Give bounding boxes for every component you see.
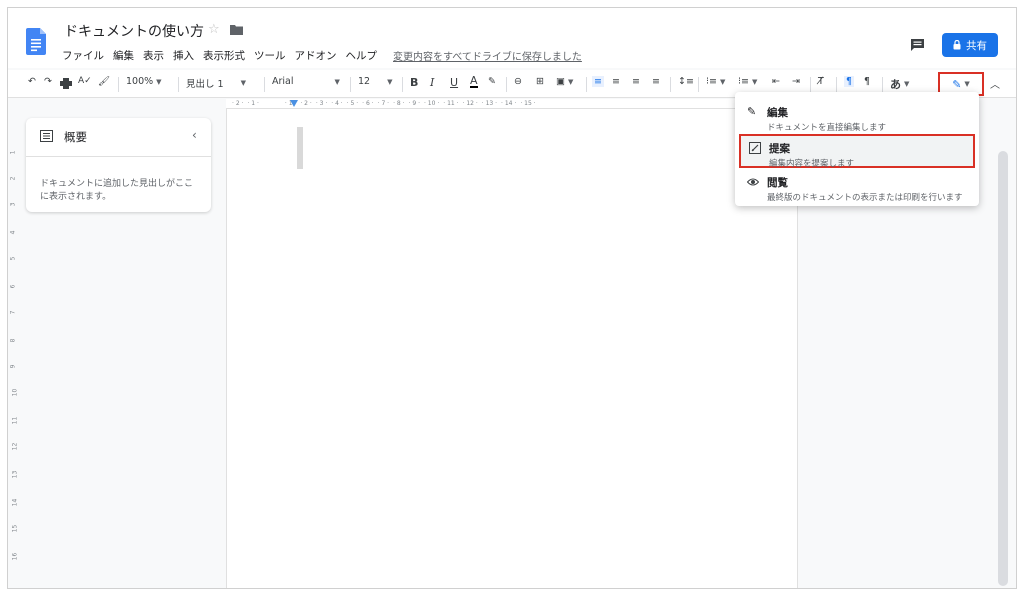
- align-center-icon[interactable]: ≡: [612, 76, 620, 87]
- collapse-toolbar-icon[interactable]: ︿: [990, 76, 1000, 91]
- increase-indent-icon[interactable]: ⇥: [792, 76, 800, 87]
- link-icon[interactable]: ⊖: [514, 76, 522, 87]
- app-window: ドキュメントの使い方 ☆ ファイル 編集 表示 挿入 表示形式 ツール アドオン…: [7, 7, 1017, 589]
- toolbar-divider: [882, 77, 883, 92]
- toolbar-divider: [670, 77, 671, 92]
- align-right-icon[interactable]: ≡: [632, 76, 640, 87]
- redo-icon[interactable]: ↷: [44, 76, 52, 87]
- insert-image-icon[interactable]: ▣ ▼: [556, 76, 573, 87]
- toolbar-divider: [506, 77, 507, 92]
- toolbar-divider: [836, 77, 837, 92]
- italic-icon[interactable]: I: [430, 76, 434, 89]
- bold-icon[interactable]: B: [410, 76, 418, 89]
- menu-addons[interactable]: アドオン: [295, 48, 337, 63]
- mode-item-edit[interactable]: ✎ 編集 ドキュメントを直接編集します: [739, 100, 975, 134]
- numbered-list-icon[interactable]: ⁝≡ ▼: [706, 76, 725, 87]
- toolbar-divider: [350, 77, 351, 92]
- ltr-paragraph-icon[interactable]: ¶: [844, 76, 855, 87]
- toolbar-divider: [810, 77, 811, 92]
- suggest-icon: [749, 142, 761, 154]
- undo-icon[interactable]: ↶: [28, 76, 36, 87]
- toolbar-divider: [402, 77, 403, 92]
- docs-logo-icon[interactable]: [26, 28, 46, 55]
- ruler-scale: · 2 · · 1 · · 1 · · 2 · · 3 · · 4 · · 5 · · 6 ·…: [226, 99, 798, 109]
- comment-icon[interactable]: [910, 38, 925, 52]
- mode-item-suggest[interactable]: 提案 編集内容を提案します: [739, 134, 975, 169]
- outline-panel: 概要 ‹ ドキュメントに追加した見出しがここに表示されます。: [26, 118, 211, 212]
- lock-icon: [953, 40, 961, 50]
- document-title[interactable]: ドキュメントの使い方: [64, 21, 204, 41]
- vertical-ruler: 1 2 3 4 5 6 7 8 9 10 11 12 13 14 15 16: [9, 150, 19, 561]
- print-icon[interactable]: [60, 78, 72, 89]
- outline-title: 概要: [64, 130, 87, 144]
- line-spacing-icon[interactable]: ↕≡: [678, 76, 694, 87]
- mode-item-view[interactable]: 閲覧 最終版のドキュメントの表示または印刷を行います: [739, 170, 975, 204]
- align-left-icon[interactable]: ≡: [592, 76, 604, 87]
- pencil-icon: ✎: [952, 77, 962, 91]
- decrease-indent-icon[interactable]: ⇤: [772, 76, 780, 87]
- spellcheck-icon[interactable]: A✓: [78, 76, 92, 86]
- toolbar-divider: [178, 77, 179, 92]
- rtl-paragraph-icon[interactable]: ¶: [864, 76, 870, 87]
- clear-formatting-icon[interactable]: T̸: [818, 76, 824, 87]
- menu-format[interactable]: 表示形式: [203, 48, 245, 63]
- align-justify-icon[interactable]: ≡: [652, 76, 660, 87]
- pencil-icon: ✎: [747, 105, 757, 118]
- share-button[interactable]: 共有: [942, 33, 998, 57]
- paint-format-icon[interactable]: 🖌︎: [98, 76, 110, 87]
- share-label: 共有: [966, 39, 987, 52]
- menu-insert[interactable]: 挿入: [173, 48, 194, 63]
- bulleted-list-icon[interactable]: ⁝≡ ▼: [738, 76, 757, 87]
- add-comment-icon[interactable]: ⊞: [536, 76, 544, 87]
- outline-divider: [26, 156, 211, 157]
- save-status[interactable]: 変更内容をすべてドライブに保存しました: [393, 48, 582, 63]
- menu-tools[interactable]: ツール: [254, 48, 286, 63]
- folder-icon[interactable]: [230, 24, 243, 35]
- header: ドキュメントの使い方 ☆ ファイル 編集 表示 挿入 表示形式 ツール アドオン…: [8, 8, 1016, 68]
- input-tools-select[interactable]: あ ▼: [890, 76, 909, 92]
- font-size-select[interactable]: 12 ▼: [358, 76, 392, 87]
- outline-hint: ドキュメントに追加した見出しがここに表示されます。: [40, 179, 194, 202]
- scrollbar[interactable]: [998, 151, 1008, 586]
- toolbar-divider: [698, 77, 699, 92]
- menu-view[interactable]: 表示: [143, 48, 164, 63]
- font-select[interactable]: Arial ▼: [272, 76, 340, 87]
- outline-icon: [40, 130, 53, 142]
- toolbar-divider: [586, 77, 587, 92]
- toolbar-divider: [118, 77, 119, 92]
- menu-file[interactable]: ファイル: [62, 48, 104, 63]
- text-cursor: [297, 127, 303, 169]
- menu-bar: ファイル 編集 表示 挿入 表示形式 ツール アドオン ヘルプ: [62, 48, 386, 63]
- chevron-left-icon[interactable]: ‹: [192, 128, 197, 142]
- text-color-icon[interactable]: A: [470, 75, 478, 88]
- highlight-icon[interactable]: ✎: [488, 76, 496, 87]
- zoom-select[interactable]: 100% ▼: [126, 76, 162, 87]
- menu-edit[interactable]: 編集: [113, 48, 134, 63]
- editing-mode-menu: ✎ 編集 ドキュメントを直接編集します 提案 編集内容を提案します 閲覧 最終版…: [735, 92, 979, 206]
- star-icon[interactable]: ☆: [208, 22, 220, 37]
- menu-help[interactable]: ヘルプ: [346, 48, 378, 63]
- document-page[interactable]: [226, 109, 798, 588]
- chevron-down-icon: ▼: [964, 80, 970, 88]
- toolbar-divider: [264, 77, 265, 92]
- eye-icon: [747, 178, 759, 186]
- style-select[interactable]: 見出し 1 ▼: [186, 76, 246, 90]
- underline-icon[interactable]: U: [450, 76, 458, 89]
